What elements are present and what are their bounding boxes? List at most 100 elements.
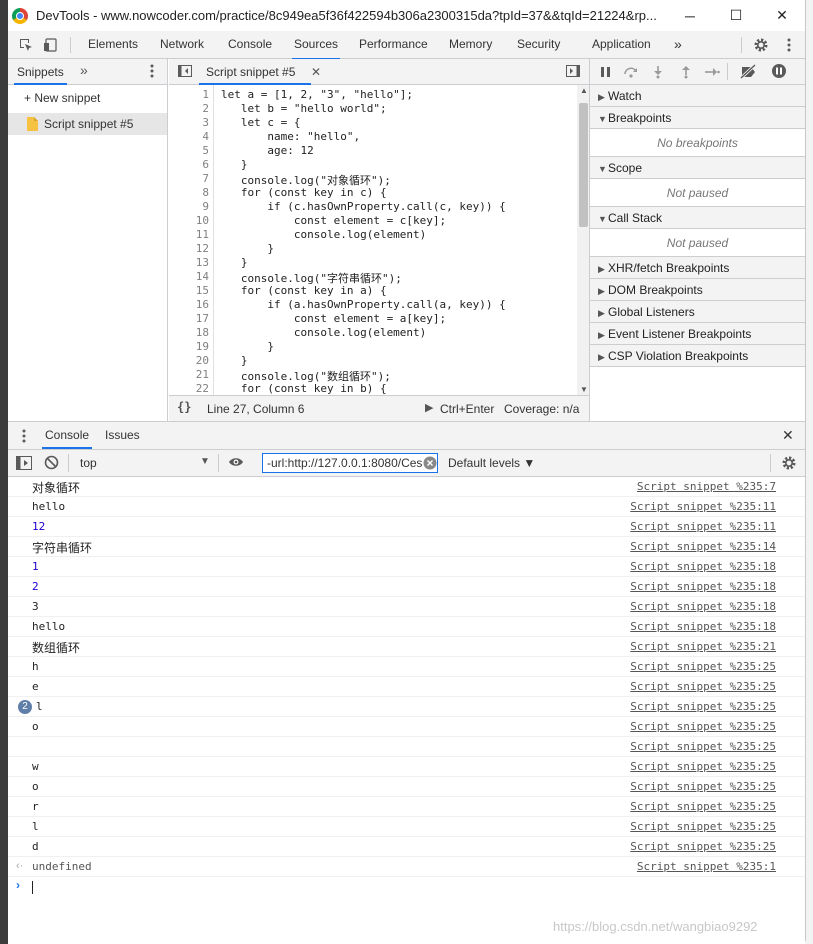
toggle-debugger-icon[interactable] bbox=[566, 65, 580, 80]
source-link[interactable]: Script snippet %235:18 bbox=[630, 620, 776, 633]
run-shortcut[interactable]: Ctrl+Enter bbox=[440, 402, 494, 416]
source-link[interactable]: Script snippet %235:18 bbox=[630, 580, 776, 593]
divider bbox=[70, 37, 71, 53]
gear-icon[interactable] bbox=[751, 35, 771, 55]
pane-global-listeners[interactable]: ▶ Global Listeners bbox=[590, 301, 805, 323]
maximize-button[interactable]: ☐ bbox=[713, 0, 759, 31]
tab-performance[interactable]: Performance bbox=[357, 31, 430, 58]
source-link[interactable]: Script snippet %235:1 bbox=[637, 860, 776, 873]
source-link[interactable]: Script snippet %235:11 bbox=[630, 520, 776, 533]
scroll-down-icon[interactable]: ▼ bbox=[580, 385, 588, 394]
tab-console[interactable]: Console bbox=[226, 31, 274, 58]
tab-network[interactable]: Network bbox=[158, 31, 206, 58]
tab-snippets[interactable]: Snippets bbox=[14, 59, 67, 85]
close-button[interactable]: ✕ bbox=[759, 0, 805, 31]
console-prompt-input[interactable] bbox=[32, 881, 33, 894]
tab-security[interactable]: Security bbox=[515, 31, 562, 58]
pane-dom-breakpoints[interactable]: ▶ DOM Breakpoints bbox=[590, 279, 805, 301]
code-line: for (const key in b) { bbox=[221, 382, 387, 395]
new-snippet-button[interactable]: + New snippet bbox=[24, 91, 100, 105]
more-tabs-button[interactable]: » bbox=[672, 31, 684, 58]
navigator-pane: Snippets » + New snippet Script snippet … bbox=[8, 59, 168, 421]
chevron-down-icon[interactable]: ▼ bbox=[200, 456, 210, 467]
line-number: 1 bbox=[202, 88, 209, 101]
source-link[interactable]: Script snippet %235:18 bbox=[630, 560, 776, 573]
editor-tab-label: Script snippet #5 bbox=[206, 65, 296, 79]
minimize-button[interactable]: ─ bbox=[667, 0, 713, 31]
log-levels-dropdown[interactable]: Default levels ▼ bbox=[448, 456, 535, 470]
navigator-more-button[interactable]: » bbox=[80, 62, 88, 78]
source-link[interactable]: Script snippet %235:25 bbox=[630, 780, 776, 793]
source-link[interactable]: Script snippet %235:25 bbox=[630, 800, 776, 813]
scroll-up-icon[interactable]: ▲ bbox=[580, 86, 588, 95]
snippet-item[interactable]: Script snippet #5 bbox=[8, 113, 167, 135]
clear-filter-icon[interactable] bbox=[423, 456, 437, 473]
step-out-icon[interactable] bbox=[680, 65, 692, 82]
source-link[interactable]: Script snippet %235:25 bbox=[630, 700, 776, 713]
more-menu-icon[interactable] bbox=[150, 64, 154, 81]
code-line: let a = [1, 2, "3", "hello"]; bbox=[221, 88, 414, 101]
source-link[interactable]: Script snippet %235:21 bbox=[630, 640, 776, 653]
pane-watch[interactable]: ▶ Watch bbox=[590, 85, 805, 107]
tab-memory[interactable]: Memory bbox=[447, 31, 494, 58]
console-settings-gear-icon[interactable] bbox=[781, 455, 797, 474]
context-selector[interactable]: top bbox=[80, 456, 97, 470]
source-link[interactable]: Script snippet %235:25 bbox=[630, 840, 776, 853]
collapsed-triangle-icon: ▶ bbox=[598, 308, 605, 318]
pause-icon[interactable] bbox=[600, 65, 612, 82]
inspect-element-icon[interactable] bbox=[16, 35, 36, 55]
pause-on-exceptions-icon[interactable] bbox=[771, 63, 787, 82]
clear-console-icon[interactable] bbox=[44, 455, 59, 473]
console-message-row: d Script snippet %235:25 bbox=[8, 837, 805, 857]
editor-scrollbar-thumb[interactable] bbox=[579, 103, 588, 227]
source-link[interactable]: Script snippet %235:25 bbox=[630, 680, 776, 693]
drawer-tab-issues[interactable]: Issues bbox=[105, 422, 140, 449]
drawer-tab-console[interactable]: Console bbox=[42, 422, 93, 449]
editor-pane: Script snippet #5 ✕ 1 let a = [1, 2, "3",… bbox=[169, 59, 589, 421]
source-link[interactable]: Script snippet %235:7 bbox=[637, 480, 776, 493]
line-number: 2 bbox=[202, 102, 209, 115]
toggle-navigator-icon[interactable] bbox=[178, 65, 192, 80]
code-editor[interactable]: 1 let a = [1, 2, "3", "hello"]; 2 let b = … bbox=[169, 85, 577, 395]
filter-input[interactable]: -url:http://127.0.0.1:8080/Ces bbox=[262, 453, 438, 473]
tab-elements[interactable]: Elements bbox=[86, 31, 140, 58]
line-number: 12 bbox=[195, 242, 209, 255]
collapsed-triangle-icon: ▶ bbox=[598, 92, 605, 102]
source-link[interactable]: Script snippet %235:25 bbox=[630, 820, 776, 833]
step-into-icon[interactable] bbox=[652, 65, 664, 82]
pane-label: Watch bbox=[608, 89, 642, 103]
source-link[interactable]: Script snippet %235:25 bbox=[630, 740, 776, 753]
pane-csp-violation-breakpoints[interactable]: ▶ CSP Violation Breakpoints bbox=[590, 345, 805, 367]
code-line: console.log(element) bbox=[221, 228, 427, 241]
eye-icon[interactable] bbox=[228, 456, 244, 471]
sidebar-toggle-icon[interactable] bbox=[16, 456, 32, 473]
message-text: 12 bbox=[32, 520, 46, 533]
pretty-print-icon[interactable]: {} bbox=[177, 400, 191, 414]
pane-call-stack[interactable]: ▼Call Stack bbox=[590, 207, 805, 229]
close-drawer-icon[interactable]: ✕ bbox=[782, 427, 794, 444]
console-message-row: hello Script snippet %235:11 bbox=[8, 497, 805, 517]
step-icon[interactable] bbox=[704, 65, 720, 82]
device-toolbar-icon[interactable] bbox=[41, 35, 61, 55]
source-link[interactable]: Script snippet %235:25 bbox=[630, 720, 776, 733]
pane-xhr-fetch-breakpoints[interactable]: ▶ XHR/fetch Breakpoints bbox=[590, 257, 805, 279]
tab-application[interactable]: Application bbox=[590, 31, 653, 58]
source-link[interactable]: Script snippet %235:25 bbox=[630, 660, 776, 673]
drawer-menu-icon[interactable] bbox=[22, 429, 26, 446]
more-menu-icon[interactable] bbox=[779, 35, 799, 55]
pane-scope[interactable]: ▼Scope bbox=[590, 157, 805, 179]
pane-breakpoints[interactable]: ▼Breakpoints bbox=[590, 107, 805, 129]
source-link[interactable]: Script snippet %235:14 bbox=[630, 540, 776, 553]
divider bbox=[218, 454, 219, 472]
source-link[interactable]: Script snippet %235:18 bbox=[630, 600, 776, 613]
pane-event-listener-breakpoints[interactable]: ▶ Event Listener Breakpoints bbox=[590, 323, 805, 345]
close-tab-icon[interactable]: ✕ bbox=[311, 65, 321, 79]
message-text: r bbox=[32, 800, 39, 813]
step-over-icon[interactable] bbox=[623, 65, 639, 82]
deactivate-breakpoints-icon[interactable] bbox=[739, 63, 758, 83]
console-drawer: Console Issues ✕ top ▼ -url:http://127.0… bbox=[8, 421, 805, 941]
tab-sources[interactable]: Sources bbox=[292, 31, 341, 60]
run-icon[interactable]: ▶ bbox=[425, 401, 433, 414]
source-link[interactable]: Script snippet %235:11 bbox=[630, 500, 776, 513]
source-link[interactable]: Script snippet %235:25 bbox=[630, 760, 776, 773]
